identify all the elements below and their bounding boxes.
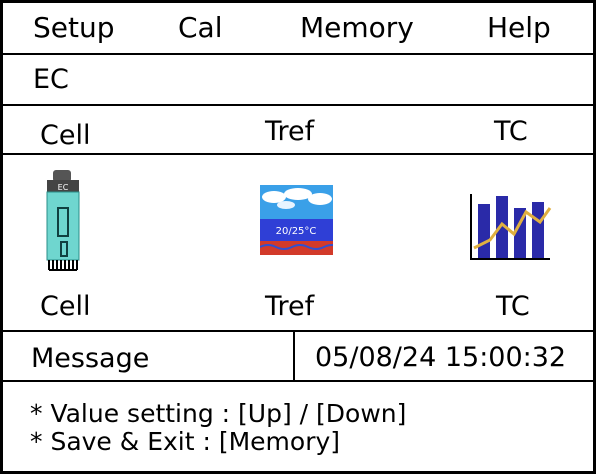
divider (3, 153, 593, 155)
divider (3, 104, 593, 106)
datetime-display: 05/08/24 15:00:32 (315, 342, 567, 373)
svg-text:EC: EC (58, 183, 69, 192)
reference-temperature-icon[interactable]: 20/25°C (260, 185, 333, 255)
message-label: Message (31, 343, 150, 374)
conductivity-cell-icon[interactable]: EC (43, 168, 83, 278)
mode-label: EC (33, 64, 69, 95)
icon-label-tref: Tref (265, 291, 315, 322)
icon-label-tc: TC (496, 291, 530, 322)
temperature-coefficient-chart-icon[interactable] (468, 194, 552, 260)
divider (3, 53, 593, 55)
svg-text:20/25°C: 20/25°C (276, 226, 317, 237)
menu-memory[interactable]: Memory (300, 14, 414, 42)
menu-setup[interactable]: Setup (33, 14, 115, 42)
menu-help[interactable]: Help (487, 14, 551, 42)
menu-bar: Setup Cal Memory Help (3, 3, 593, 53)
header-tref[interactable]: Tref (265, 118, 314, 145)
meter-screen: Setup Cal Memory Help EC Cell Tref TC EC (0, 0, 596, 474)
header-tc[interactable]: TC (494, 118, 528, 145)
divider (3, 330, 593, 332)
divider (3, 380, 593, 382)
hint-line: * Value setting : [Up] / [Down] (30, 399, 407, 428)
vertical-divider (293, 330, 295, 380)
menu-cal[interactable]: Cal (178, 14, 223, 42)
icon-label-cell: Cell (40, 291, 91, 322)
hint-line: * Save & Exit : [Memory] (30, 427, 341, 456)
header-cell[interactable]: Cell (40, 122, 90, 149)
